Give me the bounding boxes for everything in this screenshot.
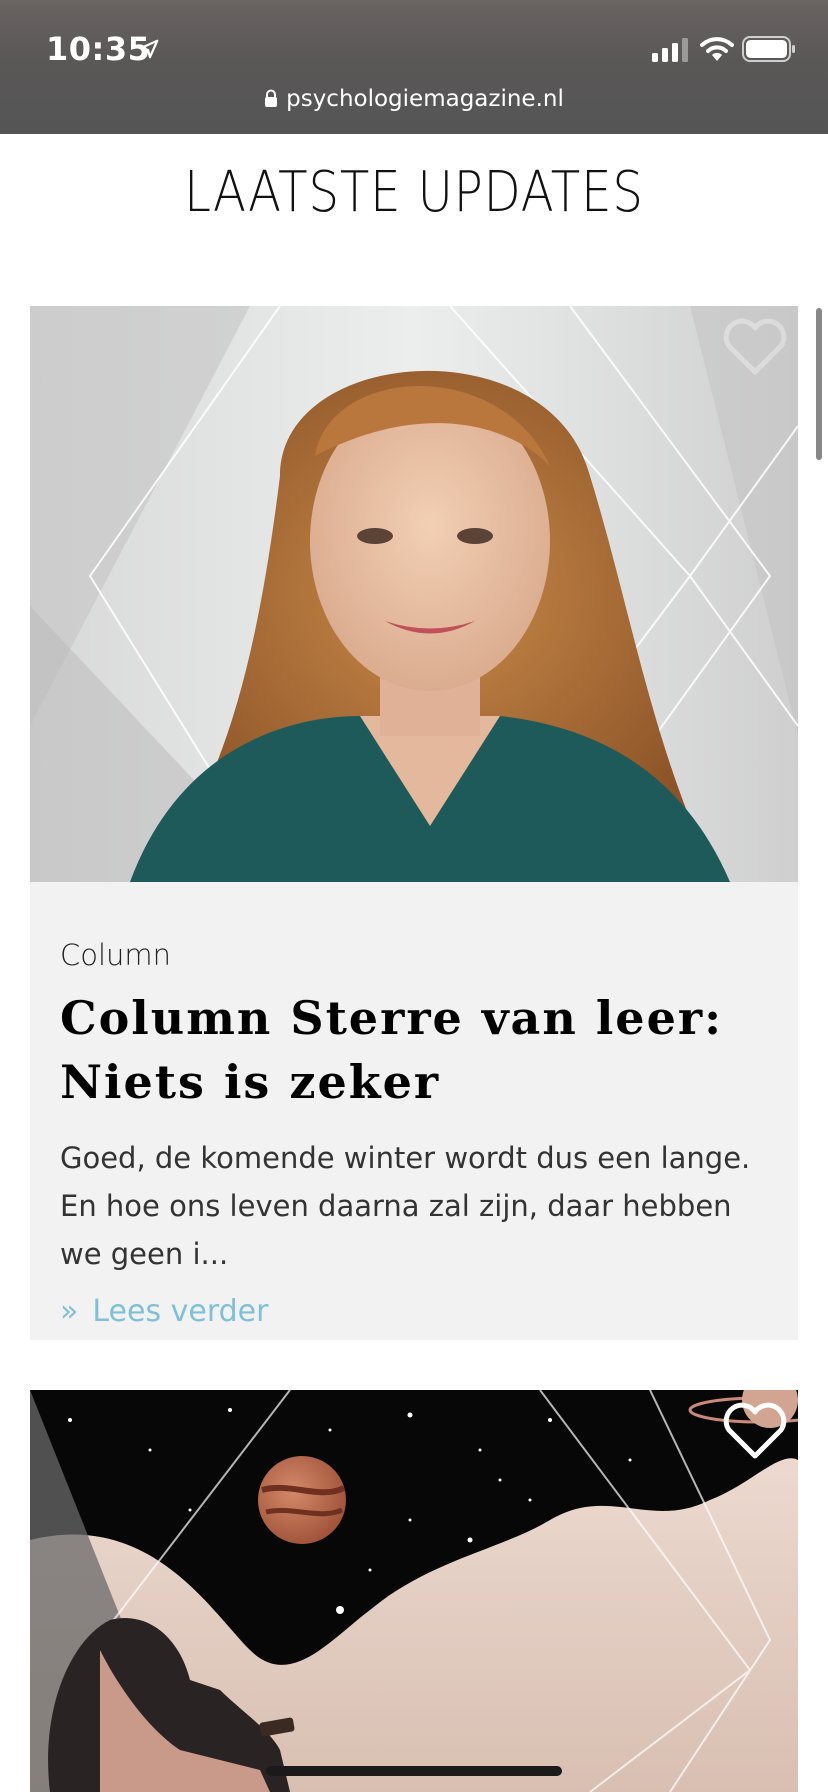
scrollbar-thumb[interactable] bbox=[816, 308, 822, 460]
status-time: 10:35 bbox=[46, 30, 151, 68]
location-arrow-icon bbox=[139, 39, 159, 59]
article-category[interactable]: Column bbox=[60, 938, 770, 972]
article-image[interactable] bbox=[30, 306, 798, 882]
favorite-heart-icon[interactable] bbox=[722, 1402, 788, 1460]
read-more-chevron-icon: » bbox=[60, 1294, 79, 1329]
lock-icon bbox=[265, 89, 278, 107]
browser-status-bar: 10:35 psychologiemagazine.nl bbox=[0, 0, 828, 134]
cellular-signal-icon bbox=[652, 38, 688, 62]
section-heading: LAATSTE UPDATES bbox=[184, 160, 644, 225]
wifi-icon bbox=[700, 37, 734, 61]
article-card[interactable] bbox=[30, 1390, 798, 1792]
read-more-label: Lees verder bbox=[92, 1294, 269, 1329]
read-more-link[interactable]: » Lees verder bbox=[60, 1294, 770, 1329]
favorite-heart-icon[interactable] bbox=[722, 318, 788, 376]
url-text: psychologiemagazine.nl bbox=[286, 86, 564, 112]
address-bar[interactable]: psychologiemagazine.nl bbox=[0, 86, 828, 120]
battery-icon bbox=[742, 36, 795, 62]
article-card[interactable]: Column Column Sterre van leer: Niets is … bbox=[30, 306, 798, 1340]
article-image[interactable] bbox=[30, 1390, 798, 1792]
article-body: Column Column Sterre van leer: Niets is … bbox=[60, 938, 770, 1329]
home-indicator[interactable] bbox=[266, 1766, 562, 1776]
article-excerpt: Goed, de komende winter wordt dus een la… bbox=[60, 1141, 751, 1271]
article-title[interactable]: Column Sterre van leer: Niets is zeker bbox=[60, 986, 770, 1114]
